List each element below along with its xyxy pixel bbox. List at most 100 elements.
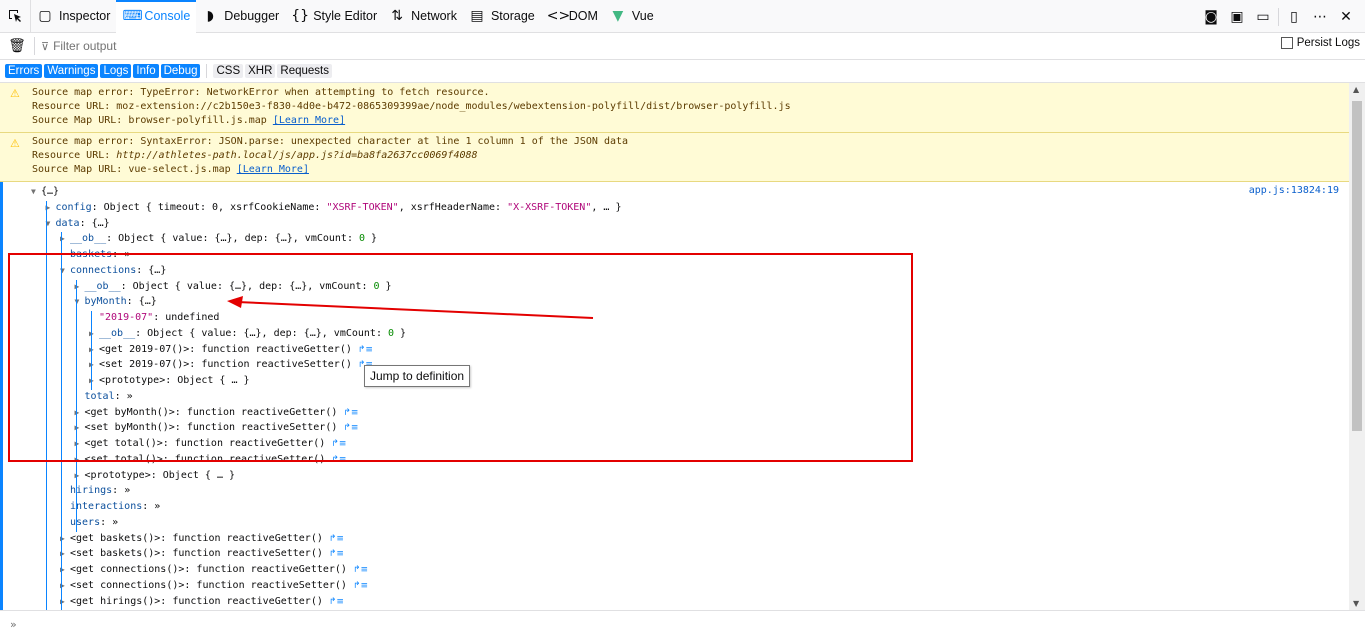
filter-errors[interactable]: Errors <box>5 64 43 78</box>
tree-row[interactable]: users: » <box>60 516 118 530</box>
tree-row[interactable]: ▶__ob__: Object { value: {…}, dep: {…}, … <box>60 232 377 246</box>
jump-to-definition-icon[interactable]: ↱≡ <box>329 597 344 607</box>
screenshot-icon[interactable]: ◙ <box>1200 9 1222 25</box>
scrollbar-thumb[interactable] <box>1352 101 1362 431</box>
warning-line: Source map error: SyntaxError: JSON.pars… <box>32 136 629 147</box>
tree-row[interactable]: ▶<prototype>: Object { … } <box>89 374 250 388</box>
rulers-icon[interactable]: ▭ <box>1252 9 1274 25</box>
collapse-arrow-icon[interactable]: ▼ <box>46 217 56 231</box>
tree-row[interactable]: ▶<get byMonth()>: function reactiveGette… <box>75 406 359 420</box>
property-value: : » <box>114 390 133 402</box>
tree-row[interactable]: ▶__ob__: Object { value: {…}, dep: {…}, … <box>75 280 392 294</box>
jump-to-definition-icon[interactable]: ↱≡ <box>331 439 346 449</box>
jump-to-definition-icon[interactable]: ↱≡ <box>353 565 368 575</box>
filter-info[interactable]: Info <box>133 64 159 78</box>
network-icon: ⇅ <box>391 8 403 24</box>
tree-row[interactable]: ▶<prototype>: Object { … } <box>75 469 236 483</box>
property-value: <get byMonth()>: function reactiveGetter… <box>84 406 344 418</box>
tree-row[interactable]: ▶ <set connections()>: function reactiveS… <box>60 579 368 593</box>
tree-row[interactable]: ▼ data: {…} <box>46 217 110 231</box>
tab-vue[interactable]: ▼ Vue <box>604 0 660 33</box>
warning-line: Source map error: TypeError: NetworkErro… <box>32 87 490 98</box>
tree-row[interactable]: ▶ <get baskets()>: function reactiveGette… <box>60 532 344 546</box>
filter-warnings[interactable]: Warnings <box>44 64 99 78</box>
tree-row[interactable]: ▶<get total()>: function reactiveGetter(… <box>75 437 347 451</box>
learn-more-link[interactable]: [Learn More] <box>237 164 309 175</box>
warning-line: Resource URL: http://athletes-path.local… <box>32 150 478 161</box>
picker-icon <box>9 10 21 22</box>
console-input[interactable]: » <box>0 610 1365 637</box>
vue-icon: ▼ <box>612 8 624 24</box>
tree-row[interactable]: ▶ <set baskets()>: function reactiveSette… <box>60 547 344 561</box>
tree-row[interactable]: ▶ <get connections()>: function reactiveG… <box>60 563 368 577</box>
tree-row[interactable]: ▼byMonth: {…} <box>75 295 157 309</box>
filter-requests[interactable]: Requests <box>277 64 333 78</box>
collapse-arrow-icon[interactable]: ▼ <box>31 185 41 199</box>
filter-logs[interactable]: Logs <box>100 64 132 78</box>
learn-more-link[interactable]: [Learn More] <box>273 115 345 126</box>
tree-row[interactable]: ▼ {…} <box>31 185 59 199</box>
devtools-toolbar: ▢ Inspector ⌨ Console ◗ Debugger {} Style Edito… <box>0 0 1365 33</box>
property-key: total <box>84 390 115 402</box>
tab-debugger[interactable]: ◗ Debugger <box>196 0 285 33</box>
close-icon[interactable]: ✕ <box>1335 9 1357 25</box>
tab-inspector[interactable]: ▢ Inspector <box>31 0 116 33</box>
tree-row[interactable]: baskets: » <box>60 248 130 262</box>
element-picker-button[interactable] <box>0 0 31 33</box>
tree-row[interactable]: "2019-07": undefined <box>89 311 219 325</box>
jump-to-definition-icon[interactable]: ↱≡ <box>329 534 344 544</box>
property-key: baskets <box>70 249 113 260</box>
vertical-scrollbar[interactable]: ▲ ▼ <box>1349 83 1365 610</box>
tab-label: Vue <box>631 9 654 23</box>
dock-icon[interactable]: ▯ <box>1283 9 1305 25</box>
tree-row[interactable]: ▶<set 2019-07()>: function reactiveSette… <box>89 358 373 372</box>
tab-storage[interactable]: ▤ Storage <box>463 0 541 33</box>
warning-line: Resource URL: moz-extension://c2b150e3-f… <box>32 101 791 112</box>
persist-logs-label: Persist Logs <box>1296 37 1360 49</box>
source-link[interactable]: app.js:13824:19 <box>1249 185 1339 196</box>
tab-console[interactable]: ⌨ Console <box>116 0 197 33</box>
tree-row[interactable]: total: » <box>75 390 133 404</box>
property-value: <set 2019-07()>: function reactiveSetter… <box>99 359 358 371</box>
property-value: <get 2019-07()>: function reactiveGetter… <box>99 343 358 355</box>
persist-logs-toggle[interactable]: Persist Logs <box>1280 37 1360 49</box>
tree-row[interactable]: ▶ <get hirings()>: function reactiveGette… <box>60 595 344 609</box>
tree-row[interactable]: hirings: » <box>60 484 130 498</box>
tree-row[interactable]: ▶__ob__: Object { value: {…}, dep: {…}, … <box>89 327 406 341</box>
expand-arrow-icon[interactable]: ▶ <box>46 201 56 215</box>
persist-logs-checkbox[interactable] <box>1280 37 1293 49</box>
jump-to-definition-icon[interactable]: ↱≡ <box>353 581 368 591</box>
filter-xhr[interactable]: XHR <box>245 64 276 78</box>
jump-to-definition-icon[interactable]: ↱≡ <box>343 423 358 433</box>
tab-style-editor[interactable]: {} Style Editor <box>285 0 383 33</box>
tab-dom[interactable]: <> DOM <box>541 0 604 33</box>
jump-to-definition-icon[interactable]: ↱≡ <box>343 408 358 418</box>
clear-console-icon[interactable]: 🗑 <box>0 38 34 54</box>
toolbar-separator <box>1278 7 1279 26</box>
filter-placeholder: Filter output <box>53 39 117 53</box>
jump-to-definition-icon[interactable]: ↱≡ <box>358 345 373 355</box>
jump-to-definition-icon[interactable]: ↱≡ <box>329 549 344 559</box>
jump-to-definition-icon[interactable]: ↱≡ <box>331 455 346 465</box>
tree-row[interactable]: ▶ config: Object { timeout: 0, xsrfCookie… <box>46 201 622 215</box>
scroll-up-icon[interactable]: ▲ <box>1353 85 1359 94</box>
property-value: : Object { timeout: 0, xsrfCookieName: <box>91 201 327 213</box>
tree-row[interactable]: ▶<set byMonth()>: function reactiveSette… <box>75 421 359 435</box>
tree-row[interactable]: ▶<set total()>: function reactiveSetter(… <box>75 453 347 467</box>
filter-icon: ⊽ <box>41 39 50 53</box>
more-options-icon[interactable]: ⋯ <box>1309 9 1331 25</box>
property-key: connections <box>70 264 137 276</box>
tree-row[interactable]: ▶<get 2019-07()>: function reactiveGette… <box>89 343 373 357</box>
resource-url[interactable]: http://athletes-path.local/js/app.js?id=… <box>116 150 477 161</box>
scroll-down-icon[interactable]: ▼ <box>1353 599 1359 608</box>
property-value: : Object { value: {…}, dep: {…}, vmCount… <box>120 280 374 292</box>
filter-css[interactable]: CSS <box>213 64 244 78</box>
filter-input[interactable]: ⊽ Filter output <box>41 39 116 53</box>
responsive-icon[interactable]: ▣ <box>1226 9 1248 25</box>
filter-debug[interactable]: Debug <box>160 64 201 78</box>
warning-line: Source Map URL: browser-polyfill.js.map … <box>32 115 346 126</box>
debugger-icon: ◗ <box>206 8 214 24</box>
tab-network[interactable]: ⇅ Network <box>383 0 463 33</box>
tree-row[interactable]: ▼ connections: {…} <box>60 264 166 278</box>
property-value: {…} <box>41 186 60 197</box>
